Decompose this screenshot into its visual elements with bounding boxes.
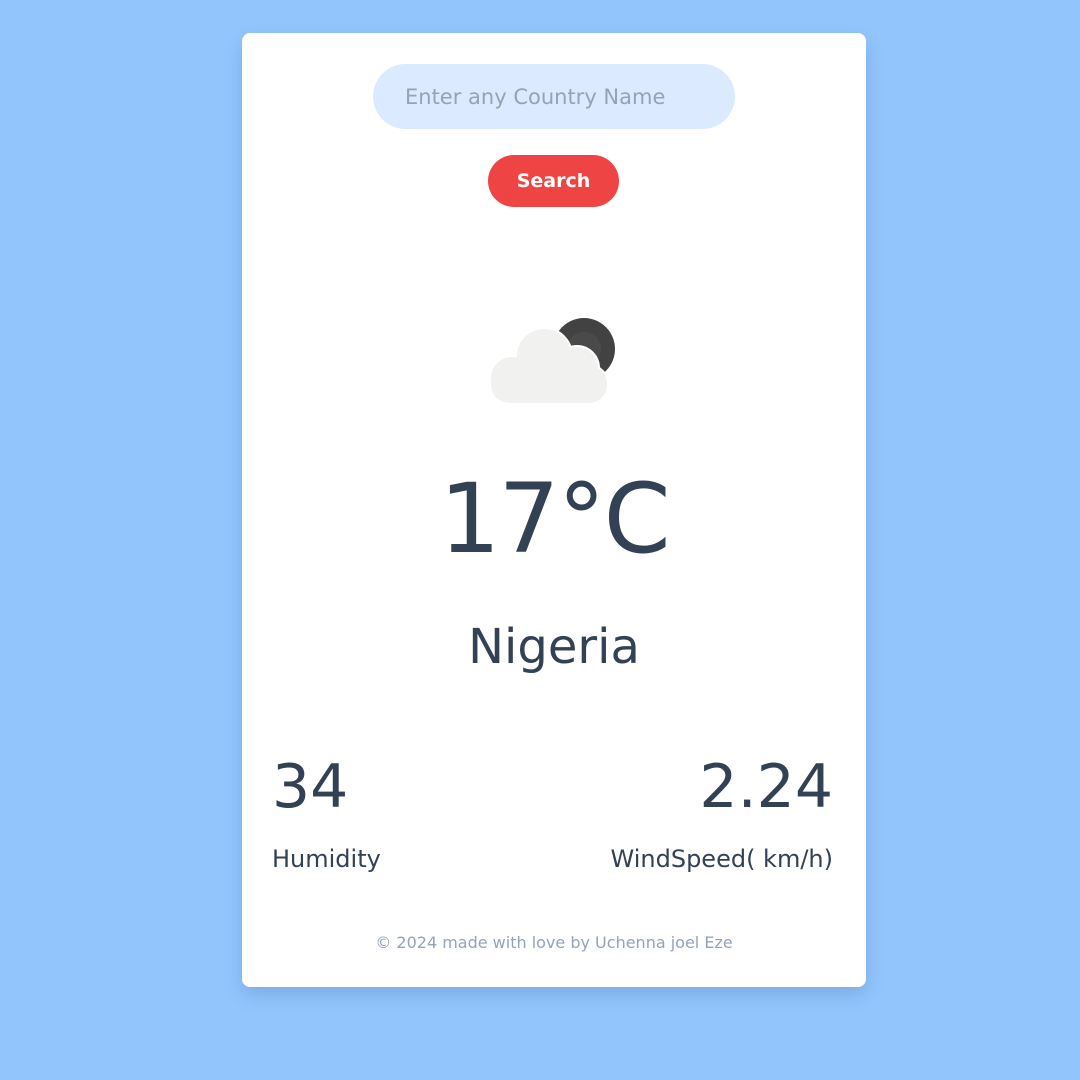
humidity-stat: 34 Humidity bbox=[272, 757, 381, 871]
windspeed-stat: 2.24 WindSpeed( km/h) bbox=[611, 757, 833, 871]
cloud-moon-icon bbox=[488, 314, 620, 406]
humidity-value: 34 bbox=[272, 752, 349, 822]
weather-card: Search 17°C Nigeria 34 Humidity 2.24 bbox=[242, 33, 866, 987]
windspeed-value: 2.24 bbox=[699, 752, 833, 822]
country-search-input[interactable] bbox=[373, 64, 735, 129]
humidity-label: Humidity bbox=[272, 845, 381, 873]
temperature-value: 17°C bbox=[439, 463, 670, 575]
footer-credit: © 2024 made with love by Uchenna joel Ez… bbox=[375, 933, 733, 952]
location-name: Nigeria bbox=[468, 619, 640, 675]
search-button[interactable]: Search bbox=[488, 155, 619, 207]
windspeed-label: WindSpeed( km/h) bbox=[610, 845, 833, 873]
